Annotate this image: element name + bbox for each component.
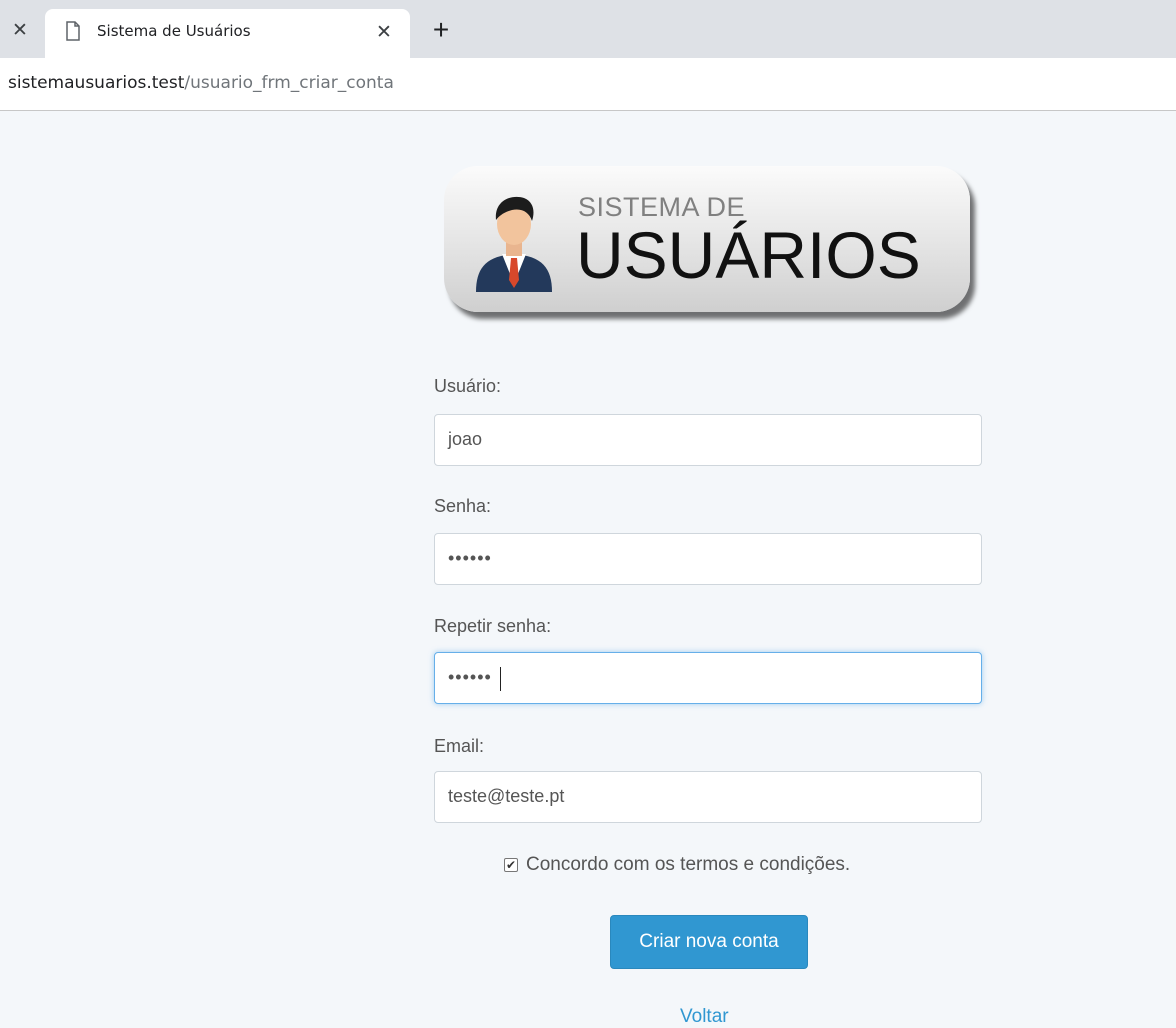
user-label: Usuário: bbox=[434, 376, 502, 396]
user-input[interactable]: joao bbox=[434, 414, 982, 466]
terms-checkbox[interactable]: ✔ bbox=[504, 858, 518, 872]
businessman-icon bbox=[476, 196, 552, 292]
back-link[interactable]: Voltar bbox=[680, 1006, 729, 1028]
url-path: /usuario_frm_criar_conta bbox=[184, 73, 394, 93]
tab-close-icon[interactable]: ✕ bbox=[371, 19, 397, 45]
email-label: Email: bbox=[434, 736, 485, 756]
tab-title: Sistema de Usuários bbox=[97, 22, 251, 40]
logo-line2: USUÁRIOS bbox=[576, 218, 921, 292]
url-host: sistemausuarios.test bbox=[8, 73, 185, 93]
password-input[interactable]: •••••• bbox=[434, 533, 982, 585]
browser-tab[interactable]: Sistema de Usuários ✕ bbox=[45, 9, 410, 58]
password-label: Senha: bbox=[434, 496, 492, 516]
terms-row: ✔ Concordo com os termos e condições. bbox=[504, 854, 850, 876]
repeat-password-input[interactable]: •••••• bbox=[434, 652, 982, 704]
page-icon bbox=[66, 21, 80, 41]
text-caret bbox=[500, 667, 501, 691]
address-bar[interactable]: sistemausuarios.test/usuario_frm_criar_c… bbox=[0, 58, 1176, 111]
close-icon[interactable]: ✕ bbox=[6, 10, 34, 50]
email-input[interactable]: teste@teste.pt bbox=[434, 771, 982, 823]
app-logo: SISTEMA DE USUÁRIOS bbox=[444, 166, 970, 312]
email-input-value: teste@teste.pt bbox=[448, 786, 565, 806]
new-tab-icon[interactable]: + bbox=[426, 15, 456, 45]
terms-label[interactable]: Concordo com os termos e condições. bbox=[526, 854, 850, 876]
user-input-value: joao bbox=[448, 429, 483, 449]
create-account-button[interactable]: Criar nova conta bbox=[610, 915, 808, 969]
repeat-password-label: Repetir senha: bbox=[434, 616, 552, 636]
repeat-password-input-value: •••••• bbox=[448, 667, 492, 687]
url-text[interactable]: sistemausuarios.test/usuario_frm_criar_c… bbox=[8, 73, 394, 93]
tab-strip: ✕ Sistema de Usuários ✕ + bbox=[0, 0, 1176, 58]
password-input-value: •••••• bbox=[448, 548, 492, 568]
